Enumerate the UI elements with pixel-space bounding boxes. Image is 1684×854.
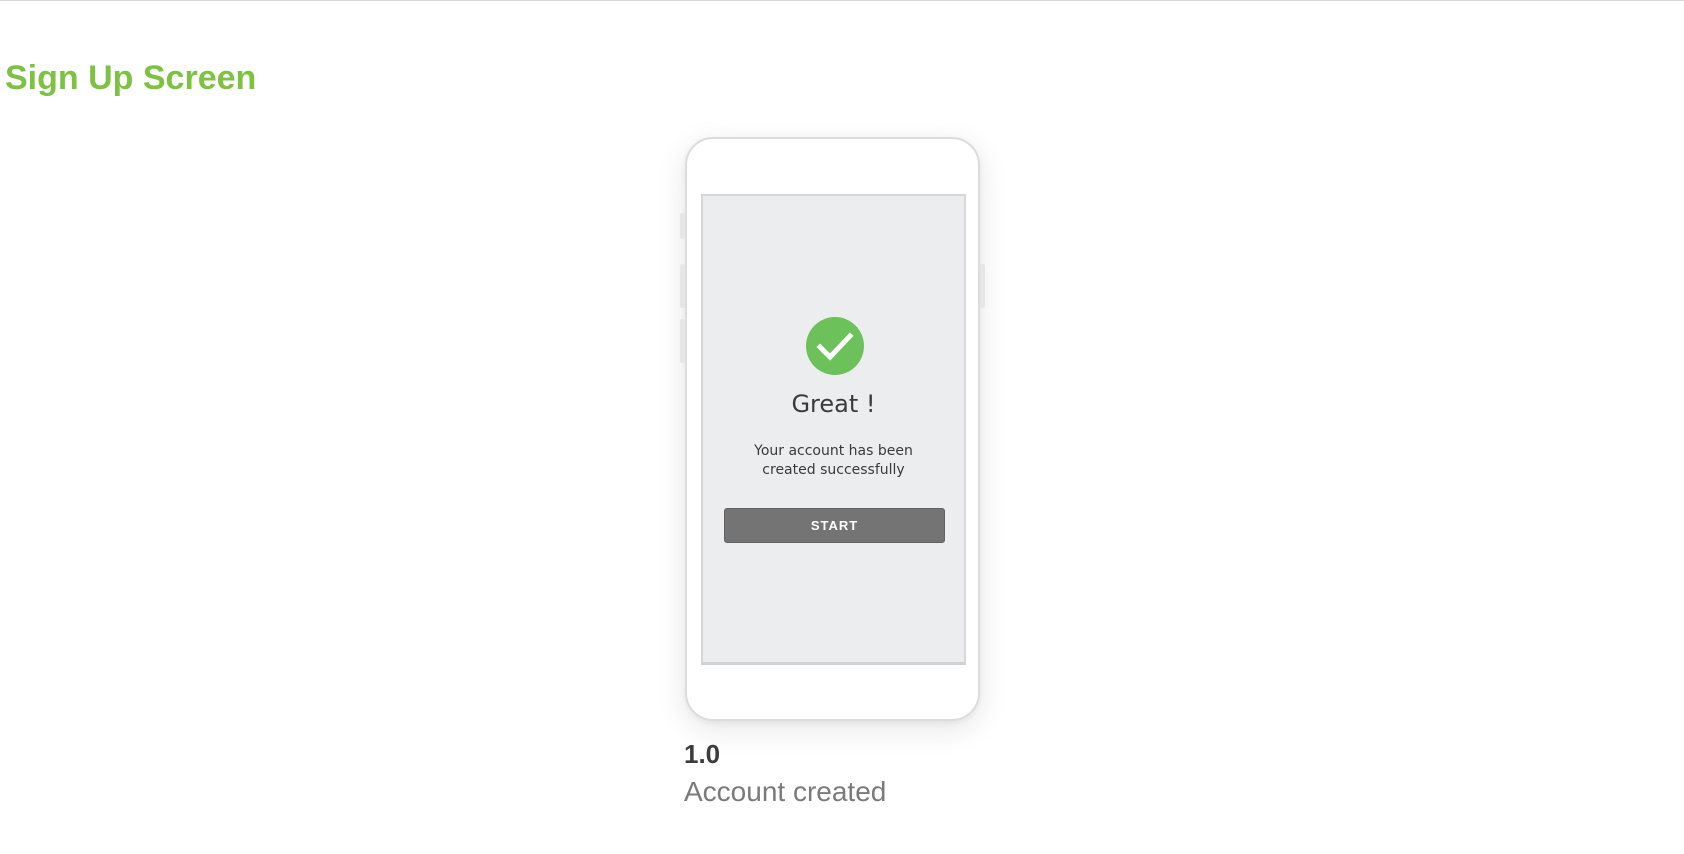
success-heading: Great !: [791, 390, 876, 418]
checkmark-icon: [816, 332, 854, 361]
page: Sign Up Screen Great ! Your account has …: [0, 0, 1684, 854]
phone-screen: Great ! Your account has been created su…: [701, 194, 966, 665]
phone-volume-up-button: [680, 264, 685, 308]
phone-power-button: [980, 264, 985, 308]
start-button[interactable]: START: [724, 508, 945, 543]
phone-mockup: Great ! Your account has been created su…: [680, 137, 985, 721]
screen-version: 1.0: [684, 739, 721, 769]
success-message: Your account has been created successful…: [754, 443, 913, 478]
page-title: Sign Up Screen: [5, 59, 257, 97]
phone-volume-down-button: [680, 319, 685, 363]
top-divider: [0, 0, 1684, 1]
phone-side-button: [680, 213, 685, 239]
check-circle-icon: [806, 317, 864, 375]
screen-caption: Account created: [684, 776, 887, 807]
